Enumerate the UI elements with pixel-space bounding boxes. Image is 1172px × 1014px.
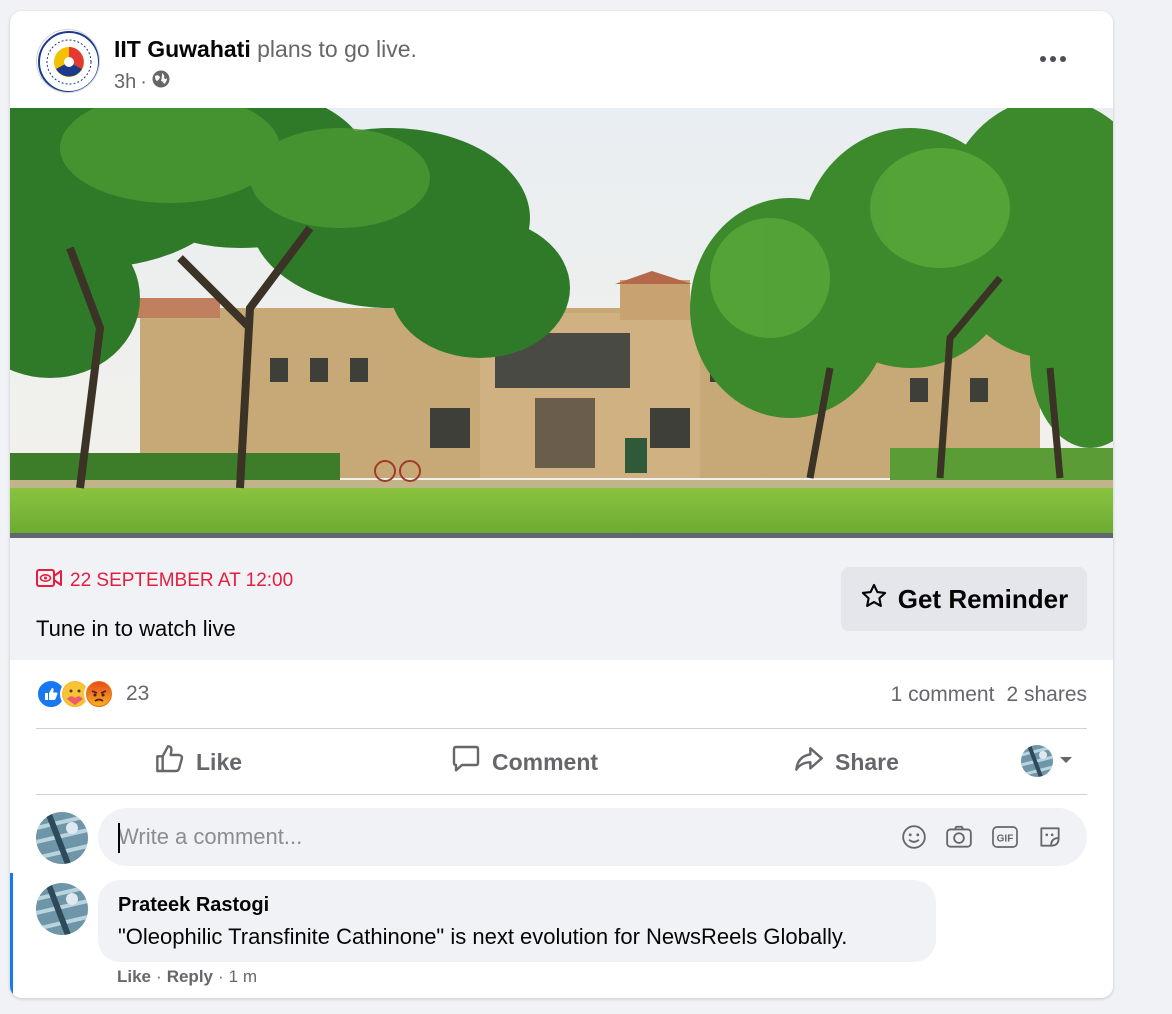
globe-icon[interactable] [151, 69, 171, 95]
user-avatar-small [1021, 745, 1053, 777]
comment-label: Comment [492, 748, 599, 775]
like-button[interactable]: Like [154, 739, 242, 785]
thumbs-up-icon [154, 743, 186, 781]
comment-author[interactable]: Prateek Rastogi [118, 894, 269, 917]
comment-thread-indicator [10, 873, 13, 998]
more-dot-icon [1060, 56, 1066, 62]
meta-dot: · [156, 967, 162, 986]
live-video-icon [36, 568, 62, 594]
get-reminder-button[interactable]: Get Reminder [841, 567, 1087, 631]
caret-down-icon [1059, 752, 1073, 770]
comment-button[interactable]: Comment [450, 739, 598, 785]
comment-meta: Like · Reply · 1 m [117, 967, 257, 987]
comment-text: "Oleophilic Transfinite Cathinone" is ne… [118, 924, 848, 949]
post-time[interactable]: 3h [114, 71, 136, 94]
speech-bubble-icon [450, 743, 482, 781]
user-avatar[interactable] [36, 812, 88, 864]
emoji-icon[interactable] [898, 821, 930, 853]
meta-dot: · [218, 967, 224, 986]
author-name[interactable]: IIT Guwahati [114, 36, 251, 62]
more-options-button[interactable] [1033, 47, 1073, 71]
commenter-avatar[interactable] [36, 883, 88, 935]
actions-bottom-divider [36, 794, 1087, 795]
meta-separator: · [140, 70, 147, 93]
comment-reply-link[interactable]: Reply [167, 967, 213, 987]
event-cover-photo[interactable] [10, 108, 1113, 537]
gif-icon[interactable]: GIF [989, 821, 1021, 853]
reactions-summary[interactable]: 23 [36, 679, 149, 709]
event-panel: 22 SEPTEMBER AT 12:00 Tune in to watch l… [10, 538, 1113, 660]
post-action-text: plans to go live. [250, 36, 417, 62]
comment-input[interactable] [118, 818, 858, 856]
comment-as-selector[interactable] [1021, 745, 1073, 777]
event-date-row: 22 SEPTEMBER AT 12:00 [36, 568, 293, 594]
post-card: IIT Guwahati plans to go live. 3h · 22 S… [10, 11, 1113, 998]
text-caret [118, 823, 120, 853]
share-label: Share [835, 748, 899, 775]
page-avatar[interactable] [36, 29, 100, 93]
more-dot-icon [1050, 56, 1056, 62]
comment-time[interactable]: 1 m [229, 967, 257, 987]
svg-text:GIF: GIF [997, 834, 1014, 845]
comment-like-link[interactable]: Like [117, 967, 151, 987]
share-count[interactable]: 2 shares [1006, 683, 1087, 707]
reaction-count[interactable]: 23 [126, 682, 149, 706]
post-action-bar: Like Comment Share [36, 729, 1087, 795]
like-label: Like [196, 748, 243, 775]
share-arrow-icon [793, 743, 825, 781]
comment-count[interactable]: 1 comment [891, 683, 995, 707]
share-button[interactable]: Share [793, 739, 899, 785]
engagement-counts: 1 comment 2 shares [891, 683, 1087, 707]
camera-icon[interactable] [943, 821, 975, 853]
more-dot-icon [1040, 56, 1046, 62]
event-subtitle: Tune in to watch live [36, 616, 236, 641]
sticker-icon[interactable] [1034, 821, 1066, 853]
post-meta: 3h · [114, 69, 171, 95]
comment-composer: GIF [98, 808, 1087, 866]
get-reminder-label: Get Reminder [897, 583, 1069, 614]
event-date: 22 SEPTEMBER AT 12:00 [70, 570, 294, 591]
comment-bubble: Prateek Rastogi "Oleophilic Transfinite … [98, 880, 936, 962]
angry-reaction-icon [84, 679, 114, 709]
star-icon [860, 582, 888, 617]
post-header-line: IIT Guwahati plans to go live. [114, 35, 417, 63]
